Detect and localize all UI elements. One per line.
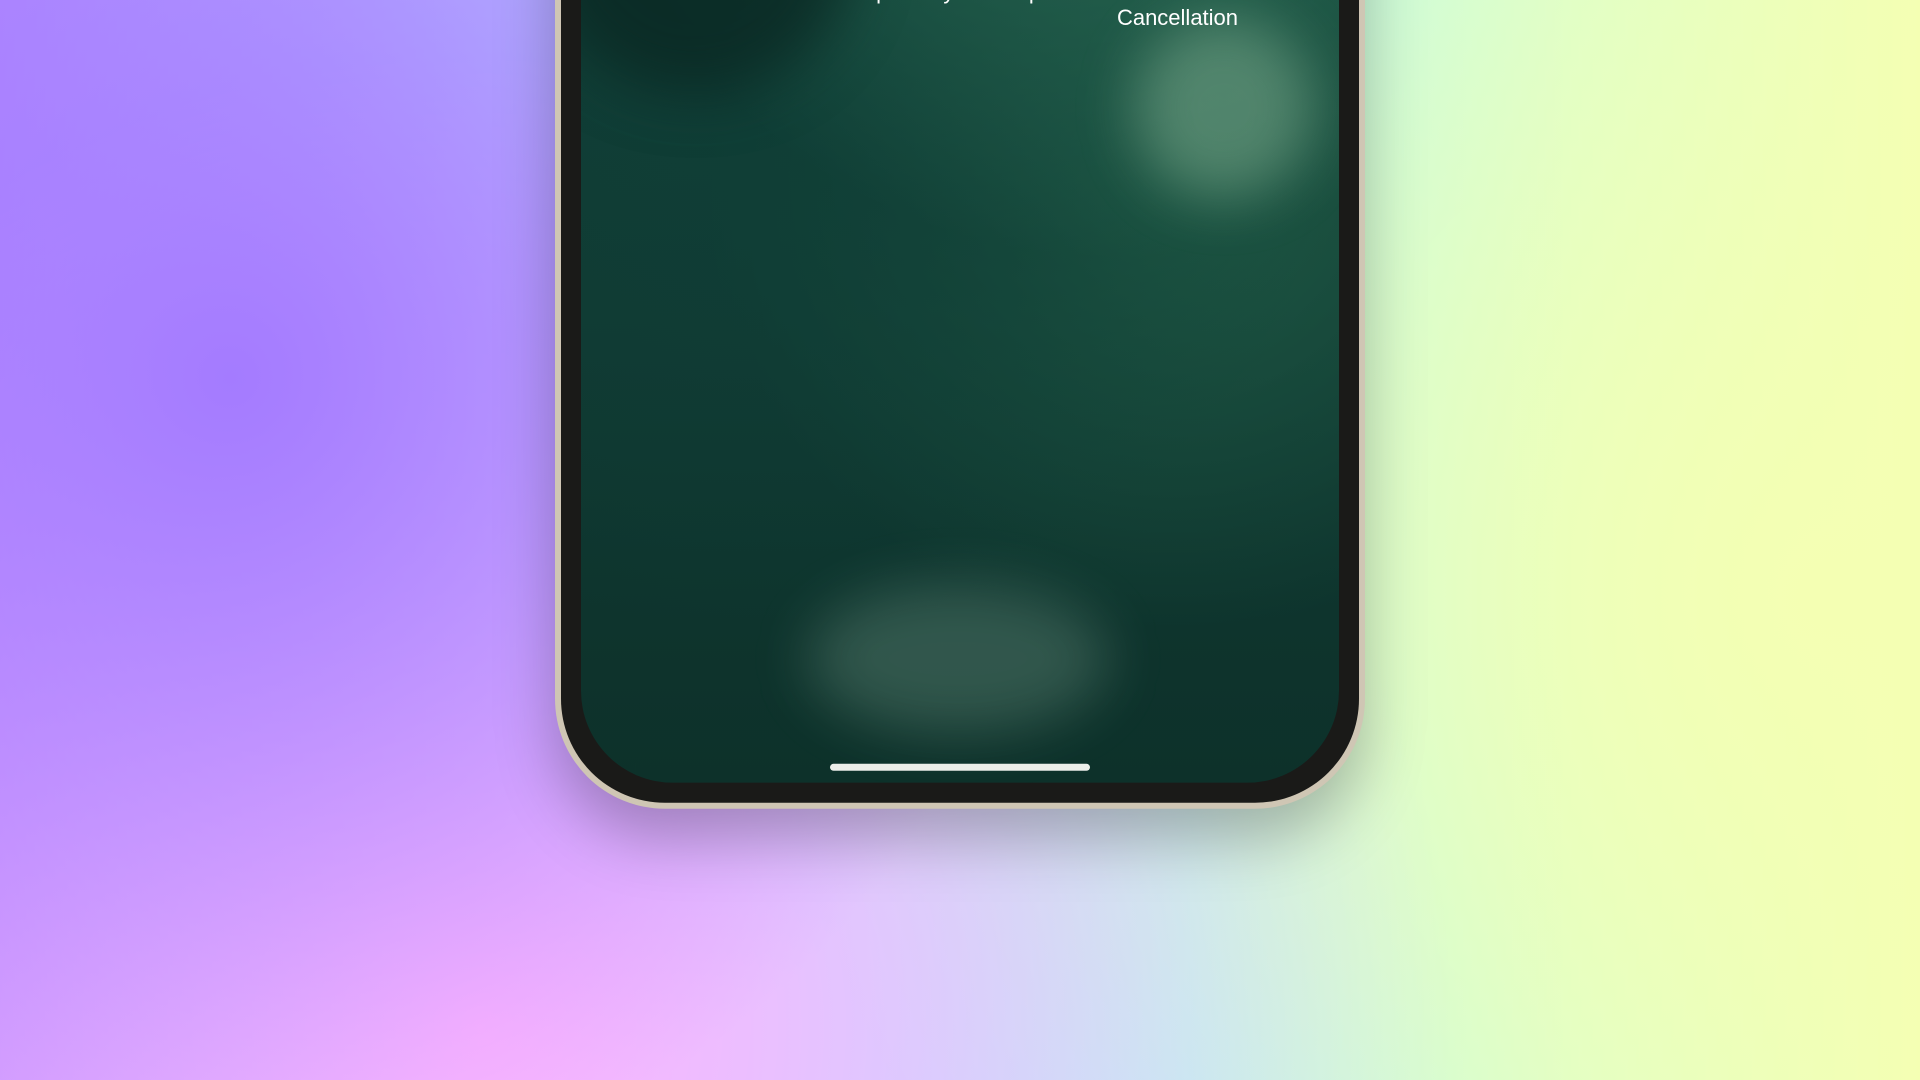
mode-adaptive-label: Adaptive (960, 0, 1105, 32)
iphone-screen: Stereo (581, 0, 1339, 783)
mode-labels-row: Off Transparency Adaptive Noise Cancella… (670, 0, 1250, 32)
backdrop-blob (808, 584, 1108, 734)
mode-off-label: Off (670, 0, 815, 32)
iphone-frame: Stereo (555, 0, 1365, 809)
home-indicator[interactable] (830, 764, 1090, 771)
viewport-crop: Stereo (0, 0, 1920, 1080)
backdrop-blob (1134, 18, 1314, 198)
iphone-bezel: Stereo (561, 0, 1359, 803)
mode-transparency-label: Transparency (815, 0, 960, 32)
mode-noise-cancel-label: Noise Cancellation (1105, 0, 1250, 32)
